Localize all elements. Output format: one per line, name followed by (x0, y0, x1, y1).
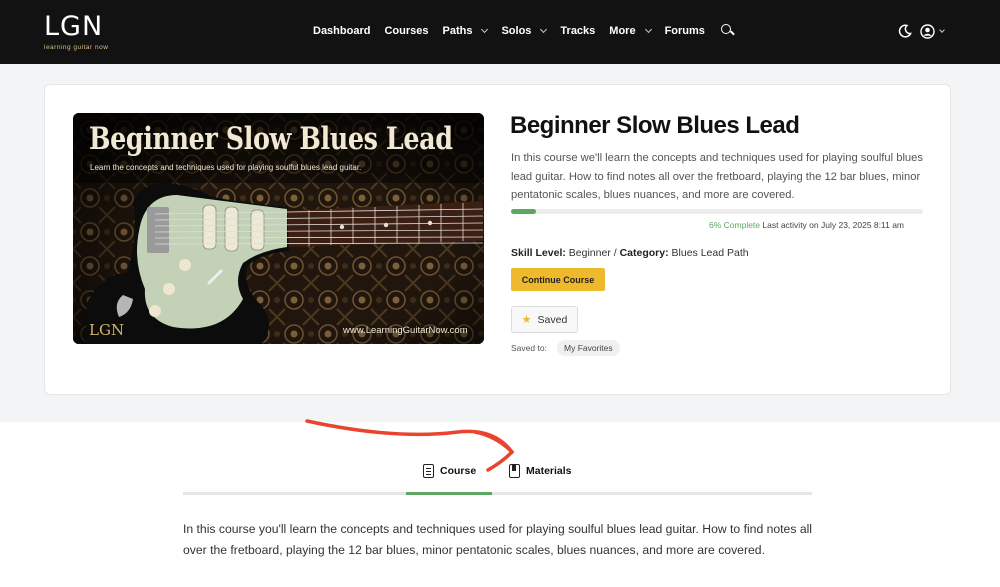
course-body-text: In this course you'll learn the concepts… (183, 522, 813, 557)
book-icon (509, 464, 520, 478)
nav-links: Dashboard Courses Paths Solos Tracks Mor… (313, 22, 735, 40)
chevron-down-icon (481, 25, 489, 34)
site-logo[interactable]: LGN learning guitar now (44, 12, 110, 52)
last-activity: Last activity on July 23, 2025 8:11 am (762, 220, 904, 230)
chevron-down-icon (540, 25, 548, 34)
tab-bar (183, 492, 812, 495)
favorites-chip[interactable]: My Favorites (557, 340, 620, 356)
moon-icon[interactable] (898, 24, 912, 38)
course-description: In this course we'll learn the concepts … (511, 152, 923, 201)
top-navbar: LGN learning guitar now Dashboard Course… (0, 0, 1000, 64)
thumbnail-logo: LGN (89, 321, 125, 339)
tab-materials-label: Materials (526, 465, 572, 477)
course-title: Beginner Slow Blues Lead (510, 112, 800, 139)
star-icon: ★ (521, 314, 532, 326)
active-tab-indicator (406, 492, 492, 495)
nav-forums[interactable]: Forums (665, 25, 705, 37)
nav-paths[interactable]: Paths (443, 25, 489, 37)
search-icon[interactable] (720, 24, 735, 38)
chevron-down-icon (939, 26, 945, 33)
thumbnail-title: Beginner Slow Blues Lead (89, 121, 453, 157)
progress-fill (511, 209, 536, 214)
logo-mark: LGN (44, 11, 104, 42)
category-label: Category: (619, 247, 669, 259)
course-content-section (0, 422, 1000, 587)
skill-label: Skill Level: (511, 247, 566, 259)
user-icon (920, 23, 935, 39)
nav-dashboard[interactable]: Dashboard (313, 25, 370, 37)
progress-percent: 6% Complete (709, 220, 761, 230)
nav-solos[interactable]: Solos (501, 25, 548, 37)
nav-courses[interactable]: Courses (384, 25, 428, 37)
logo-tagline: learning guitar now (44, 44, 109, 51)
nav-tracks[interactable]: Tracks (560, 25, 595, 37)
skill-value: Beginner (568, 247, 611, 259)
tab-course[interactable]: Course (423, 463, 476, 479)
document-icon (423, 464, 434, 478)
saved-label: Saved (537, 313, 568, 326)
skill-category-line: Skill Level: Beginner / Category: Blues … (511, 247, 749, 259)
thumbnail-subtitle: Learn the concepts and techniques used f… (90, 163, 362, 172)
tab-course-label: Course (440, 465, 477, 477)
nav-more[interactable]: More (609, 25, 652, 37)
saved-to-label: Saved to: (511, 343, 547, 353)
separator: / (613, 247, 617, 259)
progress-bar (511, 209, 923, 214)
continue-course-button[interactable]: Continue Course (511, 268, 605, 291)
course-thumbnail[interactable]: Beginner Slow Blues Lead Learn the conce… (73, 113, 484, 344)
category-value: Blues Lead Path (671, 247, 749, 259)
user-menu[interactable] (920, 23, 945, 39)
saved-button[interactable]: ★ Saved (511, 306, 578, 333)
thumbnail-url: www.LearningGuitarNow.com (343, 325, 468, 336)
tab-materials[interactable]: Materials (509, 463, 572, 479)
progress-meta: 6% Complete Last activity on July 23, 20… (709, 220, 904, 230)
chevron-down-icon (644, 25, 652, 34)
